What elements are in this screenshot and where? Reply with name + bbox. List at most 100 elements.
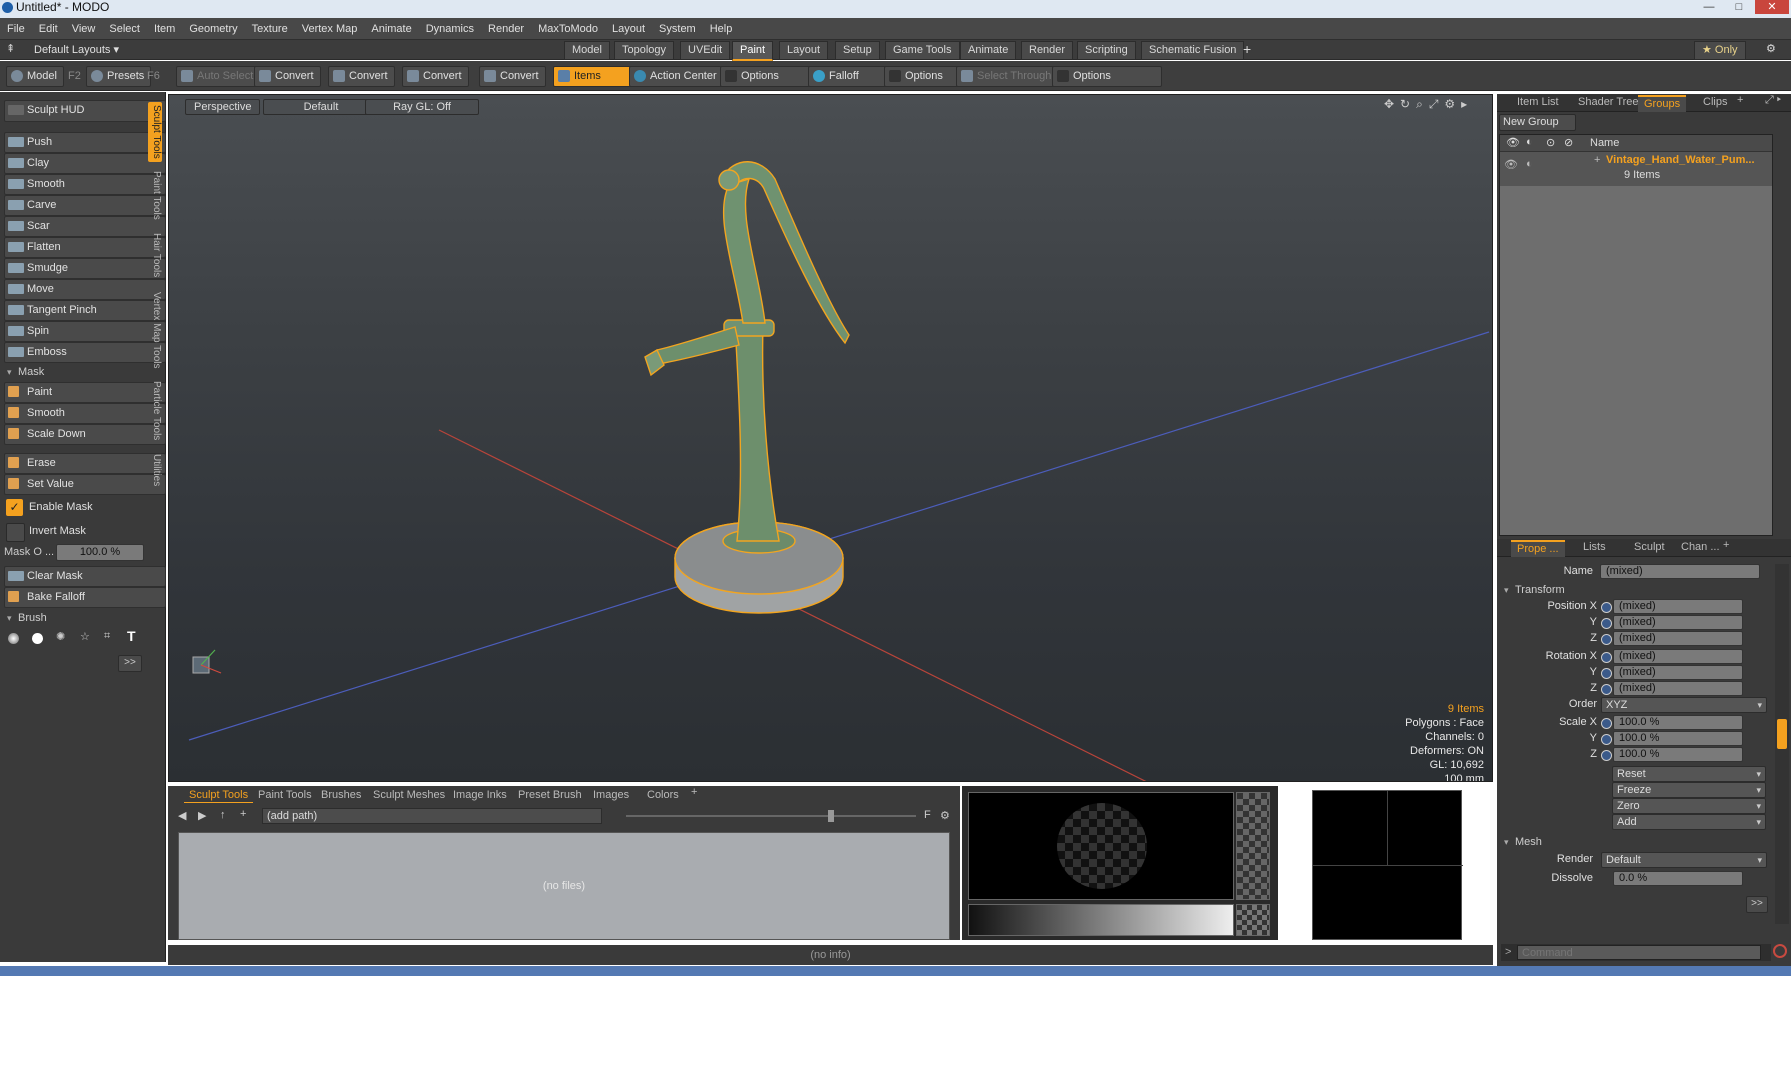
mesh-section-header[interactable]: Mesh [1501,834,1655,850]
add-panel-tab-icon[interactable]: + [1737,94,1743,106]
path-dropdown[interactable]: (add path) [262,808,602,824]
scale-z-field[interactable]: 100.0 % [1613,747,1743,762]
mask-section-header[interactable]: Mask [4,364,158,380]
tab-animate[interactable]: Animate [960,41,1017,60]
command-input[interactable] [1517,945,1761,960]
mask-erase-button[interactable]: Erase [4,453,166,474]
presets-button[interactable]: Presets [86,66,152,87]
mask-paint-button[interactable]: Paint [4,382,166,403]
tool-scar[interactable]: Scar [4,216,166,237]
hard-brush-icon[interactable] [32,633,43,644]
tab-uvedit[interactable]: UVEdit [680,41,731,60]
expand-brush-button[interactable]: >> [118,655,142,672]
clear-mask-button[interactable]: Clear Mask [4,566,166,587]
vtab-sculpt-tools[interactable]: Sculpt Tools [148,102,162,162]
action-center-button[interactable]: Action Center [629,66,724,87]
render-column-icon[interactable]: ◐ [1526,136,1533,148]
maximize-icon[interactable]: □ [1725,0,1753,14]
tool-smooth[interactable]: Smooth [4,174,166,195]
text-brush-icon[interactable]: T [127,628,136,644]
tab-sculpt-tools-browser[interactable]: Sculpt Tools [184,788,254,803]
convert-edges-button[interactable]: Convert [328,66,395,87]
tab-sculpt-meshes[interactable]: Sculpt Meshes [368,788,450,802]
tab-layout[interactable]: Layout [779,41,829,60]
only-toggle[interactable]: ★ Only [1694,41,1746,60]
browser-gear-icon[interactable]: ⚙ [940,809,950,822]
tab-images[interactable]: Images [588,788,634,802]
tab-schematic-fusion[interactable]: Schematic Fusion [1141,41,1245,60]
procedural-brush-icon[interactable]: ✺ [56,630,65,643]
rotation-z-key-icon[interactable] [1601,684,1612,695]
thumbnail-size-slider[interactable] [626,815,916,817]
tab-preset-brush[interactable]: Preset Brush [513,788,587,802]
select-options-button[interactable]: Options [1052,66,1162,87]
auto-select-button[interactable]: Auto Select [176,66,261,87]
convert-vertices-button[interactable]: Convert [254,66,321,87]
tab-groups[interactable]: Groups [1638,95,1687,112]
position-x-key-icon[interactable] [1601,602,1612,613]
side-tab-active[interactable] [1777,719,1787,749]
color-swatch[interactable] [1236,904,1270,936]
tab-clips[interactable]: Clips [1697,95,1733,110]
scale-x-key-icon[interactable] [1601,718,1612,729]
menu-select[interactable]: Select [102,18,147,40]
record-icon[interactable] [1773,944,1787,958]
group-visibility-icon[interactable]: 👁 [1504,158,1518,171]
menu-animate[interactable]: Animate [364,18,418,40]
image-brush-icon[interactable]: ⌗ [104,630,110,643]
tool-move[interactable]: Move [4,279,166,300]
group-expand-icon[interactable]: + [1594,154,1600,166]
expand-properties-button[interactable]: >> [1746,896,1768,913]
transform-section-header[interactable]: Transform [1501,582,1655,598]
file-browser-area[interactable]: (no files) [178,832,950,940]
tab-channels[interactable]: Chan ... [1675,540,1726,555]
tool-push[interactable]: Push [4,132,166,153]
vtab-vertex-map-tools[interactable]: Vertex Map Tools [148,288,162,372]
tab-paint[interactable]: Paint [732,41,774,61]
reset-dropdown[interactable]: Reset [1612,766,1766,782]
group-row[interactable]: 👁 ◐ + Vintage_Hand_Water_Pum... 9 Items [1500,152,1772,186]
menu-render[interactable]: Render [481,18,531,40]
convert-materials-button[interactable]: Convert [479,66,546,87]
menu-edit[interactable]: Edit [32,18,65,40]
add-path-icon[interactable]: + [240,808,246,820]
up-folder-icon[interactable]: ↑ [220,809,226,821]
tab-model[interactable]: Model [564,41,610,60]
menu-texture[interactable]: Texture [245,18,295,40]
tab-brushes[interactable]: Brushes [316,788,366,802]
minimize-icon[interactable]: — [1695,0,1723,14]
tab-topology[interactable]: Topology [614,41,675,60]
tool-smudge[interactable]: Smudge [4,258,166,279]
dissolve-field[interactable]: 0.0 % [1613,871,1743,886]
tool-carve[interactable]: Carve [4,195,166,216]
filter-icon[interactable]: F [924,809,931,821]
menu-help[interactable]: Help [703,18,740,40]
mask-scale-down-button[interactable]: Scale Down [4,424,166,445]
enable-mask-checkbox[interactable]: ✓ [6,499,23,516]
back-arrow-icon[interactable]: ◀ [178,809,186,822]
tool-spin[interactable]: Spin [4,321,166,342]
lock-column-icon[interactable]: ⊙ [1546,136,1555,149]
menu-view[interactable]: View [65,18,103,40]
select-column-icon[interactable]: ⊘ [1564,136,1573,149]
vtab-hair-tools[interactable]: Hair Tools [148,230,162,280]
tab-game-tools[interactable]: Game Tools [885,41,960,60]
forward-arrow-icon[interactable]: ▶ [198,809,206,822]
invert-mask-checkbox[interactable] [6,523,25,542]
menu-geometry[interactable]: Geometry [182,18,244,40]
close-icon[interactable]: ✕ [1755,0,1789,14]
tab-image-inks[interactable]: Image Inks [448,788,512,802]
tab-properties[interactable]: Prope ... [1511,540,1565,557]
tab-shader-tree[interactable]: Shader Tree [1572,95,1645,110]
vtab-particle-tools[interactable]: Particle Tools [148,380,162,442]
tab-item-list[interactable]: Item List [1511,95,1565,110]
rotation-y-key-icon[interactable] [1601,668,1612,679]
tab-render[interactable]: Render [1021,41,1074,60]
position-x-field[interactable]: (mixed) [1613,599,1743,614]
sculpt-hud-button[interactable]: Sculpt HUD [4,100,166,122]
tab-setup[interactable]: Setup [835,41,880,60]
scale-y-field[interactable]: 100.0 % [1613,731,1743,746]
freeze-dropdown[interactable]: Freeze [1612,782,1766,798]
tab-scripting[interactable]: Scripting [1077,41,1136,60]
vtab-paint-tools[interactable]: Paint Tools [148,168,162,222]
